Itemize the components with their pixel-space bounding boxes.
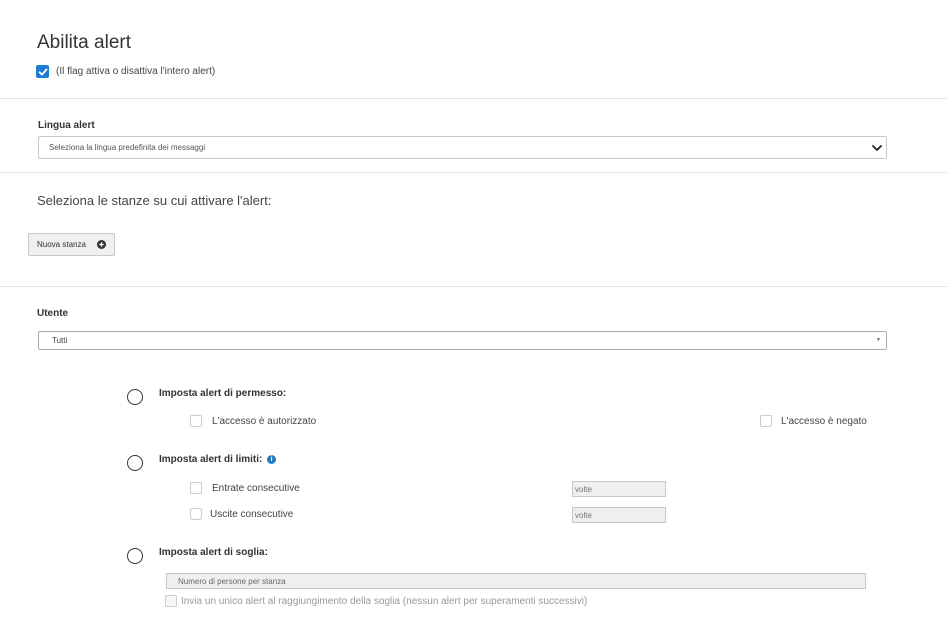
info-icon[interactable]: i xyxy=(267,455,277,464)
enable-alert-checkbox[interactable] xyxy=(36,65,49,78)
access-denied-label: L'accesso è negato xyxy=(781,416,867,427)
consecutive-entries-checkbox[interactable] xyxy=(190,482,202,494)
language-label: Lingua alert xyxy=(38,120,95,131)
consecutive-entries-input[interactable]: volte xyxy=(572,481,666,497)
new-room-button[interactable]: Nuova stanza xyxy=(28,233,115,256)
divider xyxy=(0,98,947,99)
caret-down-icon: ▼ xyxy=(876,337,881,343)
enable-alert-row[interactable]: (Il flag attiva o disattiva l'intero ale… xyxy=(36,65,215,78)
language-select-value: Seleziona la lingua predefinita dei mess… xyxy=(49,143,206,152)
threshold-alert-title: Imposta alert di soglia: xyxy=(159,547,268,558)
consecutive-exits-label: Uscite consecutive xyxy=(210,509,294,520)
enable-alert-hint: (Il flag attiva o disattiva l'intero ale… xyxy=(56,66,216,77)
consecutive-entries-label: Entrate consecutive xyxy=(212,483,300,494)
single-alert-checkbox[interactable] xyxy=(165,595,177,607)
permission-alert-title: Imposta alert di permesso: xyxy=(159,388,287,399)
check-icon xyxy=(38,68,47,75)
user-label: Utente xyxy=(37,308,69,319)
plus-circle-icon xyxy=(97,240,106,249)
single-alert-row[interactable]: Invia un unico alert al raggiungimento d… xyxy=(165,595,587,607)
permission-alert-radio[interactable] xyxy=(127,389,143,405)
consecutive-exits-checkbox[interactable] xyxy=(190,508,202,520)
single-alert-label: Invia un unico alert al raggiungimento d… xyxy=(181,595,588,607)
access-authorized-checkbox[interactable] xyxy=(190,415,202,427)
limits-alert-title: Imposta alert di limiti: xyxy=(159,454,263,465)
people-per-room-input[interactable]: Numero di persone per stanza xyxy=(166,573,866,589)
chevron-down-icon xyxy=(872,145,882,151)
user-select-value: Tutti xyxy=(52,336,68,345)
threshold-alert-radio[interactable] xyxy=(127,548,143,564)
divider xyxy=(0,172,947,173)
limits-alert-radio[interactable] xyxy=(127,455,143,471)
access-denied-checkbox[interactable] xyxy=(760,415,772,427)
divider xyxy=(0,286,947,287)
language-select[interactable]: Seleziona la lingua predefinita dei mess… xyxy=(38,136,887,159)
limits-alert-title-row: Imposta alert di limiti: i xyxy=(159,454,277,465)
access-authorized-label: L'accesso è autorizzato xyxy=(212,416,317,427)
user-select[interactable]: Tutti ▼ xyxy=(38,331,887,350)
page-title: Abilita alert xyxy=(37,32,131,53)
new-room-button-label: Nuova stanza xyxy=(37,240,86,249)
consecutive-exits-input[interactable]: volte xyxy=(572,507,666,523)
rooms-prompt: Seleziona le stanze su cui attivare l'al… xyxy=(37,193,272,208)
